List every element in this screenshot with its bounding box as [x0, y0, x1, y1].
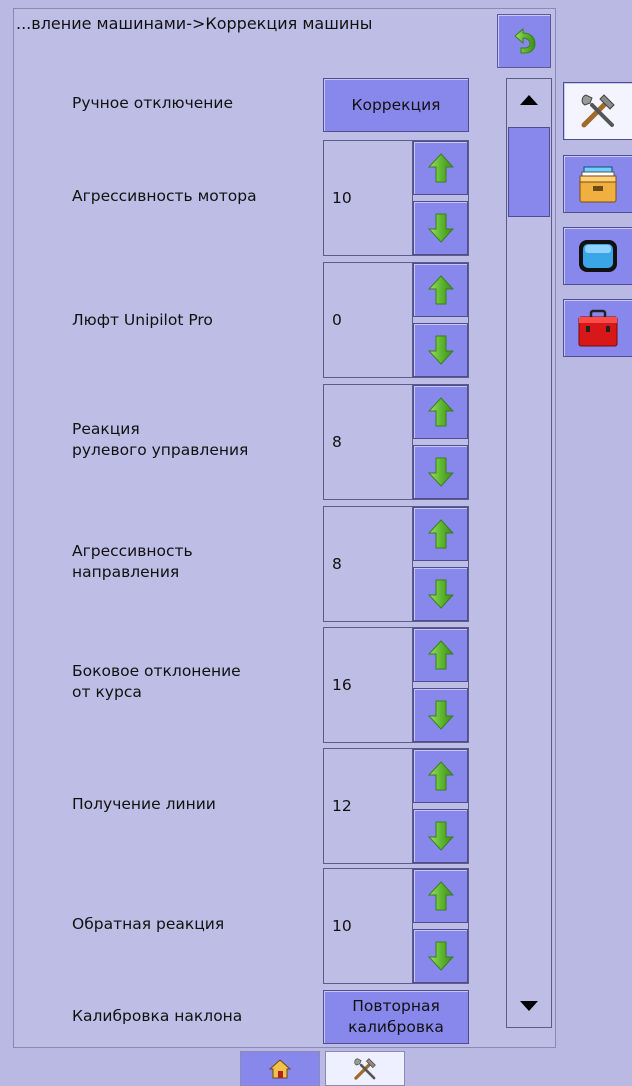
arrow-up-icon	[428, 640, 454, 670]
heading-aggressiveness-label: Агрессивность направления	[72, 542, 193, 581]
unipilot-backlash-stepper: 0	[323, 262, 469, 378]
cross-track-stepper: 16	[323, 627, 469, 743]
feedback-response-stepper: 10	[323, 868, 469, 984]
heading-aggressiveness-stepper: 8	[323, 506, 469, 622]
correction-button[interactable]: Коррекция	[323, 78, 469, 132]
arrow-down-icon	[428, 700, 454, 730]
increase-button[interactable]	[413, 628, 468, 682]
display-icon	[579, 240, 617, 272]
arrow-down-icon	[428, 821, 454, 851]
decrease-button[interactable]	[413, 929, 468, 983]
triangle-down-icon	[520, 1001, 538, 1011]
tilt-calibration-label: Калибровка наклона	[72, 1007, 243, 1025]
increase-button[interactable]	[413, 749, 468, 803]
line-acquisition-label: Получение линии	[72, 795, 216, 813]
tab-tools[interactable]	[325, 1051, 405, 1086]
feedback-response-label: Обратная реакция	[72, 915, 225, 933]
sidebar-item-storage[interactable]	[563, 155, 632, 213]
home-icon	[269, 1058, 291, 1078]
motor-aggressiveness-stepper: 10	[323, 140, 469, 256]
arrow-down-icon	[428, 941, 454, 971]
stepper-value: 10	[332, 917, 352, 935]
decrease-button[interactable]	[413, 201, 468, 255]
arrow-up-icon	[428, 397, 454, 427]
arrow-up-icon	[428, 519, 454, 549]
arrow-down-icon	[428, 213, 454, 243]
decrease-button[interactable]	[413, 445, 468, 499]
sidebar-item-tools[interactable]	[563, 82, 632, 140]
tools-icon	[578, 91, 618, 131]
decrease-button[interactable]	[413, 809, 468, 863]
stepper-value: 0	[332, 311, 342, 329]
decrease-button[interactable]	[413, 688, 468, 742]
recalibrate-button[interactable]: Повторная калибровка	[323, 990, 469, 1044]
tab-home[interactable]	[240, 1051, 320, 1086]
triangle-up-icon	[520, 95, 538, 105]
stepper-value: 16	[332, 676, 352, 694]
increase-button[interactable]	[413, 869, 468, 923]
manual-disconnect-label: Ручное отключение	[72, 94, 234, 112]
decrease-button[interactable]	[413, 323, 468, 377]
storage-box-icon	[579, 166, 617, 203]
arrow-down-icon	[428, 457, 454, 487]
stepper-value: 12	[332, 797, 352, 815]
decrease-button[interactable]	[413, 567, 468, 621]
stepper-value: 8	[332, 433, 342, 451]
motor-aggressiveness-label: Агрессивность мотора	[72, 187, 257, 205]
settings-panel	[13, 8, 556, 1048]
scroll-up-button[interactable]	[507, 79, 551, 121]
cross-track-label: Боковое отклонение от курса	[72, 662, 241, 701]
increase-button[interactable]	[413, 507, 468, 561]
stepper-value: 8	[332, 555, 342, 573]
unipilot-backlash-label: Люфт Unipilot Pro	[72, 311, 213, 329]
arrow-up-icon	[428, 761, 454, 791]
breadcrumb: ...вление машинами->Коррекция машины	[16, 14, 373, 33]
arrow-up-icon	[428, 881, 454, 911]
sidebar-item-toolbox[interactable]	[563, 299, 632, 357]
steering-response-label: Реакция рулевого управления	[72, 420, 249, 459]
arrow-up-icon	[428, 275, 454, 305]
back-arrow-icon	[514, 27, 536, 54]
sidebar-item-display[interactable]	[563, 227, 632, 285]
scroll-down-button[interactable]	[507, 985, 551, 1027]
stepper-value: 10	[332, 189, 352, 207]
arrow-down-icon	[428, 579, 454, 609]
tools-icon	[352, 1056, 378, 1082]
arrow-up-icon	[428, 153, 454, 183]
increase-button[interactable]	[413, 141, 468, 195]
steering-response-stepper: 8	[323, 384, 469, 500]
scroll-thumb[interactable]	[508, 127, 550, 217]
increase-button[interactable]	[413, 263, 468, 317]
line-acquisition-stepper: 12	[323, 748, 469, 864]
toolbox-icon	[578, 309, 618, 347]
arrow-down-icon	[428, 335, 454, 365]
increase-button[interactable]	[413, 385, 468, 439]
back-button[interactable]	[497, 14, 551, 68]
scrollbar[interactable]	[506, 78, 552, 1028]
